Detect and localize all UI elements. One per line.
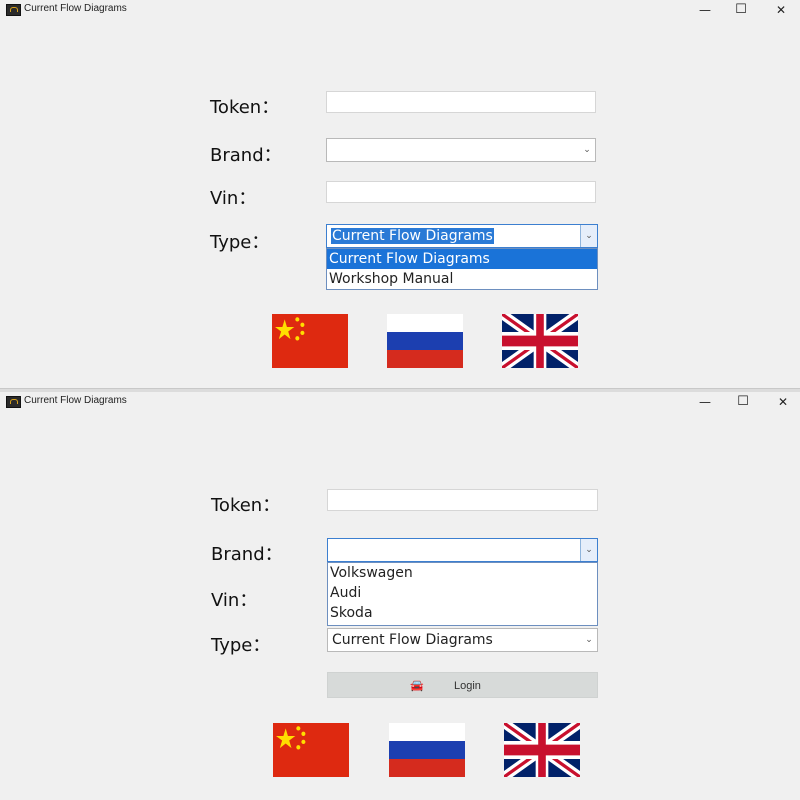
china-flag-icon bbox=[272, 314, 348, 368]
window-title: Current Flow Diagrams bbox=[24, 3, 127, 14]
app-window-bottom: Current Flow Diagrams — ☐ ✕ Token： Brand… bbox=[0, 392, 800, 800]
russia-flag-button[interactable] bbox=[387, 314, 463, 368]
vin-label: Vin： bbox=[211, 590, 258, 611]
title-bar: Current Flow Diagrams — ☐ ✕ bbox=[0, 392, 800, 412]
type-dropdown-list: Current Flow Diagrams Workshop Manual bbox=[326, 248, 598, 290]
russia-flag-icon bbox=[389, 723, 465, 777]
uk-flag-button[interactable] bbox=[504, 723, 580, 777]
maximize-button[interactable]: ☐ bbox=[726, 0, 756, 20]
brand-option[interactable]: Audi bbox=[328, 583, 597, 603]
close-button[interactable]: ✕ bbox=[766, 0, 796, 20]
brand-label: Brand： bbox=[210, 145, 282, 166]
chevron-down-icon[interactable]: ⌄ bbox=[579, 139, 595, 161]
close-button[interactable]: ✕ bbox=[768, 392, 798, 412]
type-select-value: Current Flow Diagrams bbox=[331, 228, 494, 244]
token-label: Token： bbox=[210, 97, 280, 118]
china-flag-button[interactable] bbox=[273, 723, 349, 777]
token-label: Token： bbox=[211, 495, 281, 516]
brand-option[interactable]: Skoda bbox=[328, 603, 597, 623]
china-flag-icon bbox=[273, 723, 349, 777]
brand-select[interactable]: ⌄ bbox=[327, 538, 598, 562]
brand-label: Brand： bbox=[211, 544, 283, 565]
chevron-down-icon[interactable]: ⌄ bbox=[580, 225, 597, 247]
window-title: Current Flow Diagrams bbox=[24, 395, 127, 406]
login-label: Login bbox=[454, 680, 481, 692]
russia-flag-button[interactable] bbox=[389, 723, 465, 777]
type-option[interactable]: Current Flow Diagrams bbox=[327, 249, 597, 269]
russia-flag-icon bbox=[387, 314, 463, 368]
type-label: Type： bbox=[210, 232, 270, 253]
title-bar: Current Flow Diagrams — ☐ ✕ bbox=[0, 0, 800, 20]
chevron-down-icon[interactable]: ⌄ bbox=[580, 539, 597, 561]
uk-flag-icon bbox=[502, 314, 578, 368]
login-button[interactable]: 🚘 Login bbox=[327, 672, 598, 698]
type-select[interactable]: Current Flow Diagrams ⌄ bbox=[327, 628, 598, 652]
type-select-value: Current Flow Diagrams bbox=[332, 632, 493, 648]
app-icon bbox=[6, 4, 21, 16]
minimize-button[interactable]: — bbox=[690, 392, 720, 412]
type-option[interactable]: Workshop Manual bbox=[327, 269, 597, 289]
uk-flag-icon bbox=[504, 723, 580, 777]
brand-select[interactable]: ⌄ bbox=[326, 138, 596, 162]
vin-label: Vin： bbox=[210, 188, 257, 209]
china-flag-button[interactable] bbox=[272, 314, 348, 368]
brand-dropdown-list: Volkswagen Audi Skoda bbox=[327, 562, 598, 626]
app-icon bbox=[6, 396, 21, 408]
car-icon: 🚘 bbox=[410, 680, 424, 692]
uk-flag-button[interactable] bbox=[502, 314, 578, 368]
vin-input[interactable] bbox=[326, 181, 596, 203]
chevron-down-icon[interactable]: ⌄ bbox=[581, 629, 597, 651]
type-label: Type： bbox=[211, 635, 271, 656]
app-window-top: Current Flow Diagrams — ☐ ✕ Token： Brand… bbox=[0, 0, 800, 388]
maximize-button[interactable]: ☐ bbox=[728, 392, 758, 412]
token-input[interactable] bbox=[326, 91, 596, 113]
brand-option[interactable]: Volkswagen bbox=[328, 563, 597, 583]
type-select[interactable]: Current Flow Diagrams ⌄ bbox=[326, 224, 598, 248]
minimize-button[interactable]: — bbox=[690, 0, 720, 20]
token-input[interactable] bbox=[327, 489, 598, 511]
